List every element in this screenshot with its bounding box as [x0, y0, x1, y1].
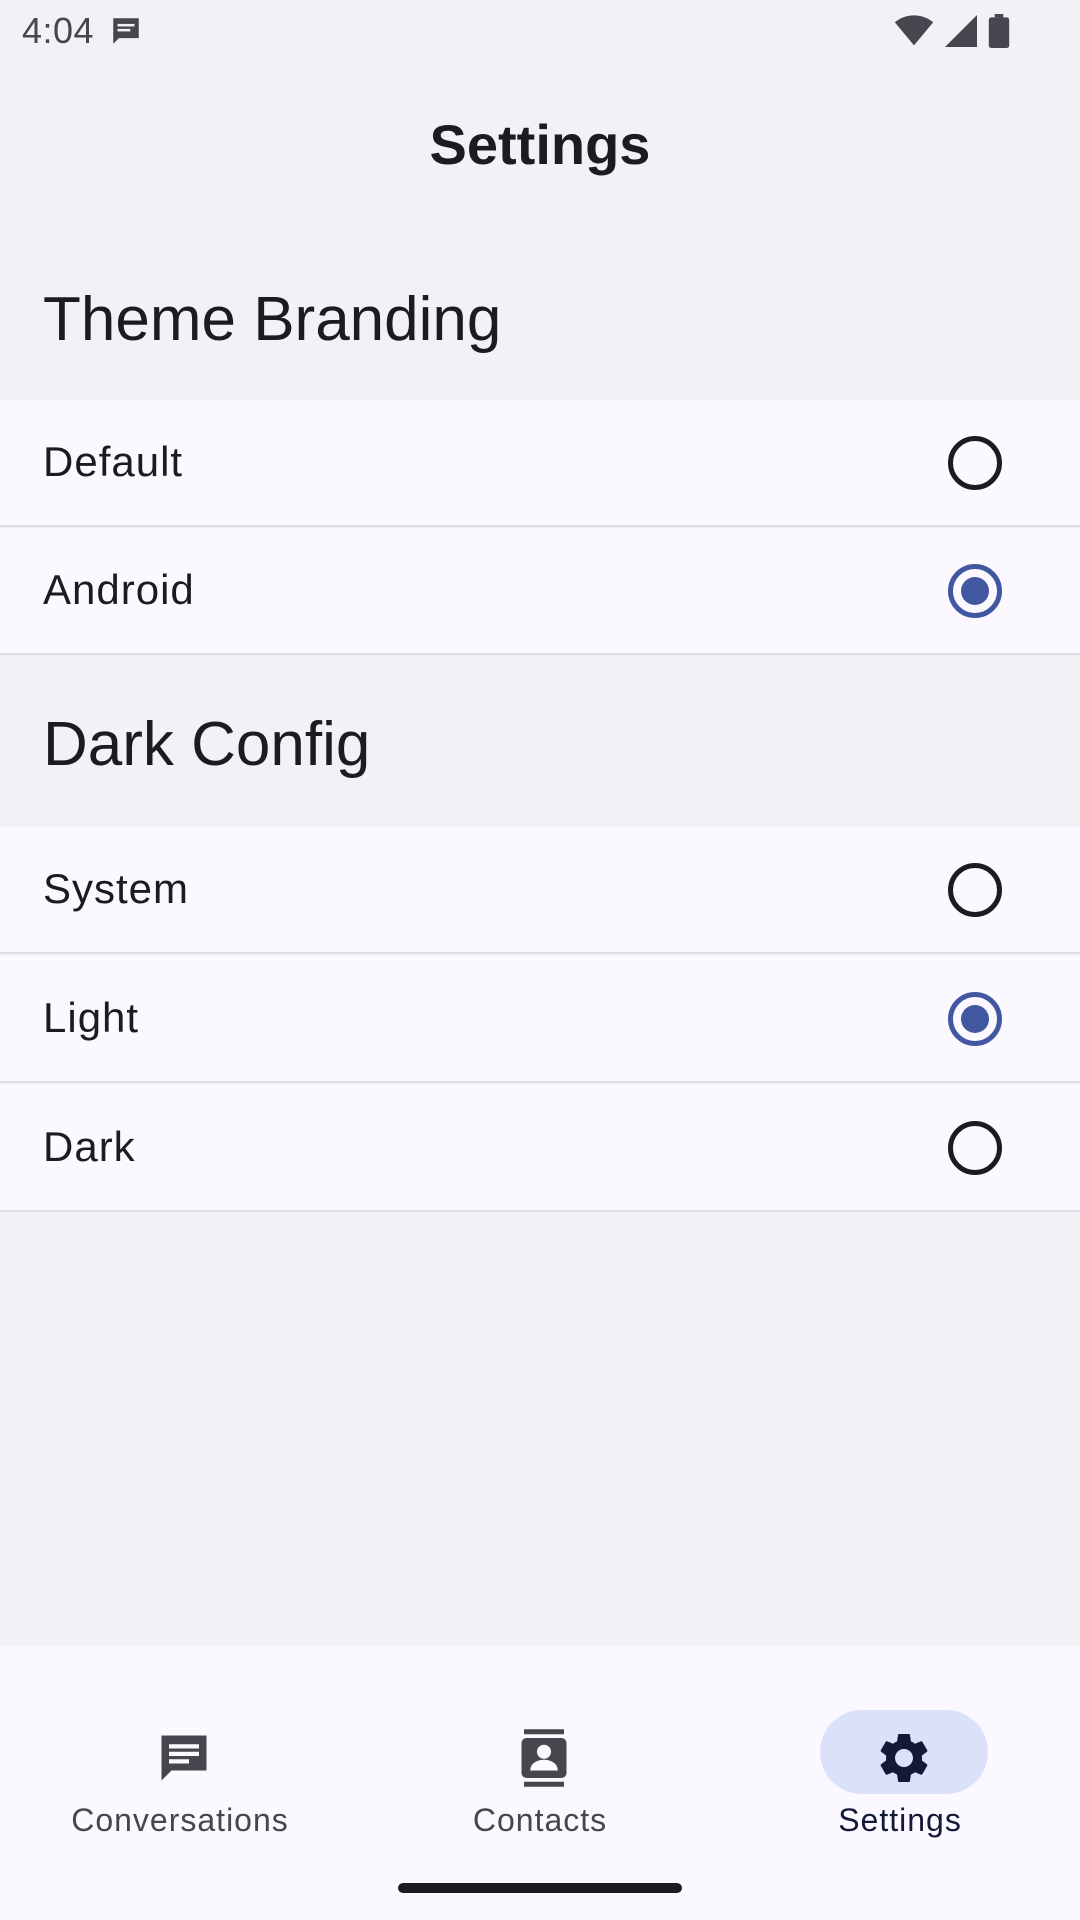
chat-icon: [154, 1728, 214, 1788]
option-android[interactable]: Android: [0, 528, 1080, 655]
section-header-theme-branding: Theme Branding: [0, 246, 1080, 386]
option-system[interactable]: System: [0, 827, 1080, 954]
radio-button[interactable]: [948, 1121, 1002, 1175]
radio-button[interactable]: [948, 863, 1002, 917]
option-label: Default: [43, 438, 184, 485]
option-default[interactable]: Default: [0, 400, 1080, 527]
home-indicator[interactable]: [398, 1883, 682, 1893]
option-label: System: [43, 865, 190, 912]
radio-button-selected[interactable]: [948, 564, 1002, 618]
nav-item-conversations[interactable]: Conversations: [0, 1678, 360, 1838]
section-title: Theme Branding: [43, 285, 502, 354]
option-label: Light: [43, 994, 140, 1041]
nav-item-settings[interactable]: Settings: [720, 1678, 1080, 1838]
option-dark[interactable]: Dark: [0, 1085, 1080, 1212]
status-bar: 4:04: [0, 0, 1080, 62]
status-time: 4:04: [22, 10, 95, 51]
section-title: Dark Config: [43, 710, 371, 779]
nav-label: Conversations: [71, 1802, 289, 1838]
wifi-icon: [894, 15, 934, 52]
radio-button-selected[interactable]: [948, 992, 1002, 1046]
section-header-dark-config: Dark Config: [0, 657, 1080, 797]
signal-icon: [944, 15, 978, 52]
contacts-icon: [514, 1728, 574, 1788]
message-icon: [108, 14, 144, 53]
nav-label: Settings: [838, 1802, 962, 1838]
status-icons: [894, 14, 1010, 53]
bottom-navigation: Conversations Contacts Settings: [0, 1646, 1080, 1920]
option-light[interactable]: Light: [0, 956, 1080, 1083]
page-title: Settings: [429, 113, 651, 176]
nav-item-contacts[interactable]: Contacts: [360, 1678, 720, 1838]
gear-icon: [874, 1728, 934, 1788]
option-label: Android: [43, 566, 195, 613]
radio-button[interactable]: [948, 436, 1002, 490]
battery-icon: [988, 14, 1010, 53]
nav-label: Contacts: [472, 1802, 608, 1838]
option-label: Dark: [43, 1123, 136, 1170]
